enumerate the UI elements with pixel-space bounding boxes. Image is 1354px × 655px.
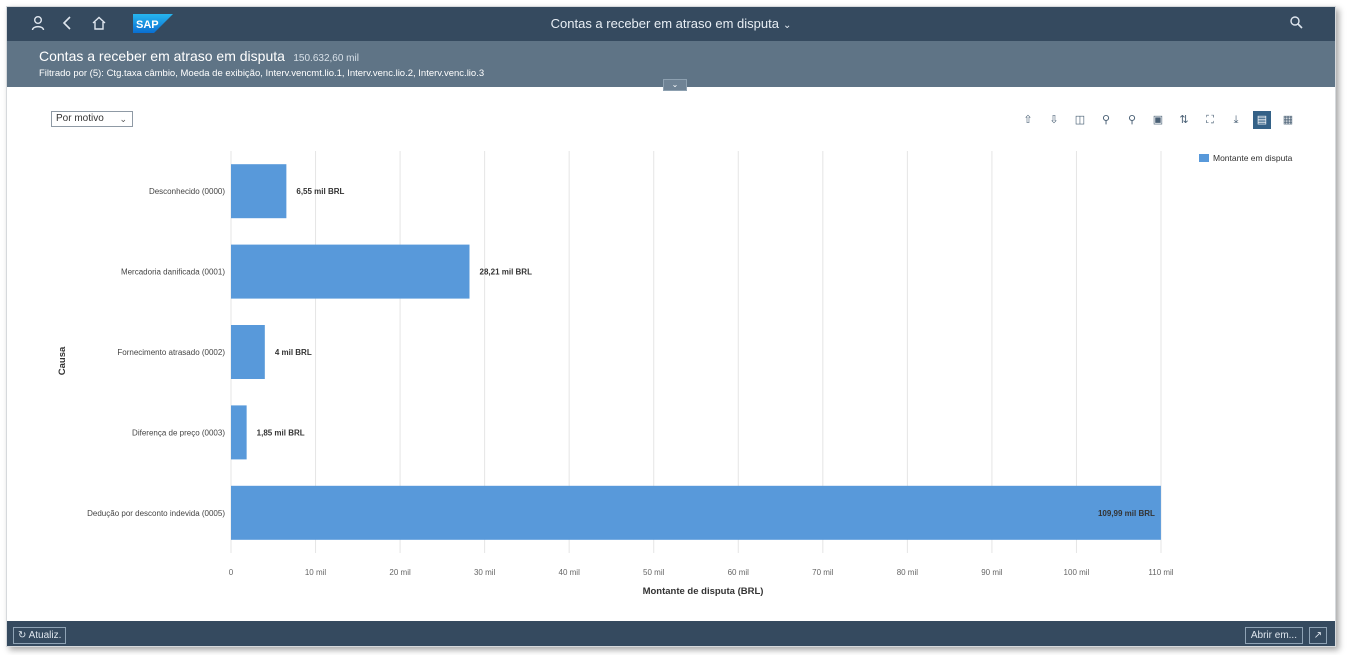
zoom-in-icon[interactable]: ⚲: [1093, 111, 1119, 129]
chevron-down-icon: ⌄: [119, 114, 127, 124]
download-icon[interactable]: ⤓: [1223, 111, 1249, 129]
update-button[interactable]: ↻ Atualiz.: [13, 627, 67, 644]
y-axis-title: Causa: [57, 346, 68, 375]
x-tick-label: 0: [229, 568, 234, 577]
x-tick-label: 90 mil: [981, 568, 1003, 577]
shell-title[interactable]: Contas a receber em atraso em disputa ⌄: [7, 7, 1335, 43]
drill-up-icon[interactable]: ⇧: [1015, 111, 1041, 129]
data-label: 6,55 mil BRL: [296, 187, 344, 196]
x-tick-label: 70 mil: [812, 568, 834, 577]
x-tick-label: 80 mil: [897, 568, 919, 577]
page-title: Contas a receber em atraso em disputa: [39, 48, 285, 64]
category-label: Desconhecido (0000): [149, 187, 225, 196]
category-labels: Desconhecido (0000) Mercadoria danificada…: [87, 187, 225, 518]
chart-toolbar: ⇧ ⇩ ◫ ⚲ ⚲ ▣ ⇅ ⛶ ⤓ ▤ ▦: [1015, 111, 1301, 129]
legend-swatch: [1199, 154, 1209, 162]
bar[interactable]: [231, 325, 265, 379]
x-axis-title: Montante de disputa (BRL): [643, 586, 764, 597]
data-label: 28,21 mil BRL: [480, 268, 533, 277]
chevron-down-icon[interactable]: ⌄: [783, 20, 791, 31]
x-tick-label: 20 mil: [389, 568, 411, 577]
update-button-label: Atualiz.: [28, 630, 62, 641]
category-label: Dedução por desconto indevida (0005): [87, 509, 225, 518]
footer-bar: ↻ Atualiz. Abrir em... ↗: [7, 621, 1335, 646]
category-label: Mercadoria danificada (0001): [121, 268, 225, 277]
x-tick-label: 50 mil: [643, 568, 665, 577]
open-in-button[interactable]: Abrir em...: [1244, 627, 1303, 644]
app-window: SAP Contas a receber em atraso em disput…: [6, 6, 1336, 647]
open-in-button-label: Abrir em...: [1250, 630, 1297, 641]
x-tick-label: 40 mil: [559, 568, 581, 577]
bar[interactable]: [231, 244, 470, 299]
x-tick-label: 10 mil: [305, 568, 327, 577]
legend-icon[interactable]: ▣: [1145, 111, 1171, 129]
data-label: 1,85 mil BRL: [257, 428, 305, 437]
collapse-header-button[interactable]: ⌄: [663, 79, 687, 91]
export-icon[interactable]: ↗: [1309, 627, 1327, 644]
chart-legend[interactable]: Montante em disputa: [1199, 153, 1292, 163]
search-icon[interactable]: [1289, 15, 1303, 34]
x-tick-label: 30 mil: [474, 568, 496, 577]
x-tick-label: 100 mil: [1064, 568, 1090, 577]
shell-title-text[interactable]: Contas a receber em atraso em disputa: [551, 16, 779, 31]
bar[interactable]: [231, 485, 1161, 540]
legend-label: Montante em disputa: [1213, 153, 1293, 163]
table-view-icon[interactable]: ▦: [1275, 111, 1301, 129]
shell-bar: SAP Contas a receber em atraso em disput…: [7, 7, 1335, 41]
filter-summary[interactable]: Filtrado por (5): Ctg.taxa câmbio, Moeda…: [39, 68, 484, 79]
category-label: Fornecimento atrasado (0002): [117, 348, 225, 357]
bars: 6,55 mil BRL 28,21 mil BRL 4 mil BRL 1,85 m…: [231, 164, 1161, 540]
x-tick-label: 110 mil: [1148, 568, 1173, 577]
fullscreen-icon[interactable]: ⛶: [1197, 111, 1223, 129]
data-label: 109,99 mil BRL: [1098, 509, 1155, 518]
x-tick-labels: 0 10 mil 20 mil 30 mil 40 mil 50 mil 60 mil 70 …: [229, 568, 1174, 577]
bar[interactable]: [231, 405, 247, 460]
chart-view-icon[interactable]: ▤: [1253, 111, 1271, 129]
data-label: 4 mil BRL: [275, 348, 312, 357]
zoom-out-icon[interactable]: ⚲: [1119, 111, 1145, 129]
bar-chart: 6,55 mil BRL 28,21 mil BRL 4 mil BRL 1,85 m…: [57, 151, 1174, 597]
sort-icon[interactable]: ⇅: [1171, 111, 1197, 129]
x-tick-label: 60 mil: [728, 568, 750, 577]
view-by-value: Por motivo: [56, 113, 104, 124]
total-amount: 150.632,60 mil: [293, 53, 359, 64]
main-content: Por motivo ⌄ ⇧ ⇩ ◫ ⚲ ⚲ ▣ ⇅ ⛶ ⤓ ▤ ▦ 6,55 …: [7, 87, 1335, 621]
drill-down-icon[interactable]: ⇩: [1041, 111, 1067, 129]
category-label: Diferença de preço (0003): [132, 428, 225, 437]
bar[interactable]: [231, 164, 287, 219]
view-by-select[interactable]: Por motivo ⌄: [51, 111, 133, 127]
settings-columns-icon[interactable]: ◫: [1067, 111, 1093, 129]
